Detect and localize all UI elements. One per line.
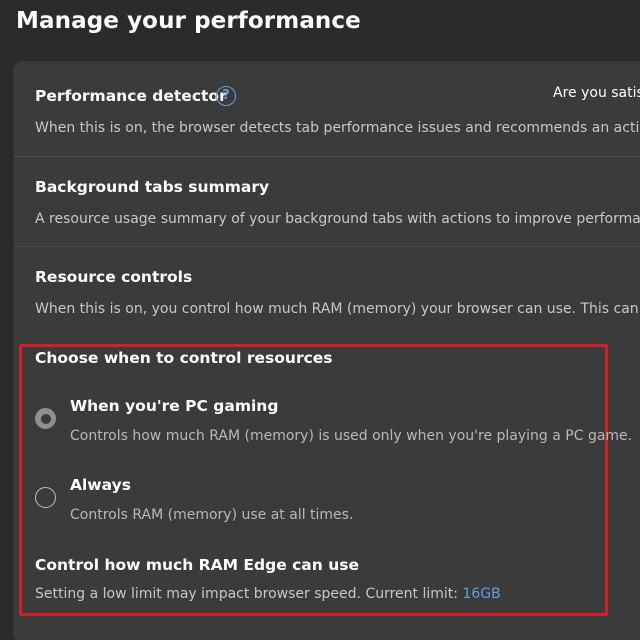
performance-detector-title: Performance detector [35, 87, 227, 105]
control-resources-heading: Choose when to control resources [35, 349, 333, 367]
divider [14, 156, 640, 157]
page-title: Manage your performance [16, 8, 361, 34]
ram-limit-title: Control how much RAM Edge can use [35, 556, 359, 574]
radio-pc-gaming[interactable] [35, 408, 56, 429]
option-always-description: Controls RAM (memory) use at all times. [70, 507, 354, 523]
resource-controls-description: When this is on, you control how much RA… [35, 301, 640, 317]
ram-limit-description: Setting a low limit may impact browser s… [35, 586, 501, 602]
option-pc-gaming-label[interactable]: When you're PC gaming [70, 397, 278, 415]
current-limit-link[interactable]: 16GB [462, 586, 500, 602]
option-always-label[interactable]: Always [70, 476, 131, 494]
background-tabs-description: A resource usage summary of your backgro… [35, 211, 640, 227]
background-tabs-title: Background tabs summary [35, 178, 270, 196]
settings-page: Manage your performance Performance dete… [0, 0, 640, 640]
feedback-prompt: Are you satisf [553, 85, 640, 101]
radio-always[interactable] [35, 487, 56, 508]
option-pc-gaming-description: Controls how much RAM (memory) is used o… [70, 428, 633, 444]
help-icon[interactable]: ? [216, 86, 236, 106]
divider [14, 246, 640, 247]
performance-detector-description: When this is on, the browser detects tab… [35, 120, 640, 136]
ram-limit-text: Setting a low limit may impact browser s… [35, 586, 463, 602]
resource-controls-title: Resource controls [35, 268, 193, 286]
